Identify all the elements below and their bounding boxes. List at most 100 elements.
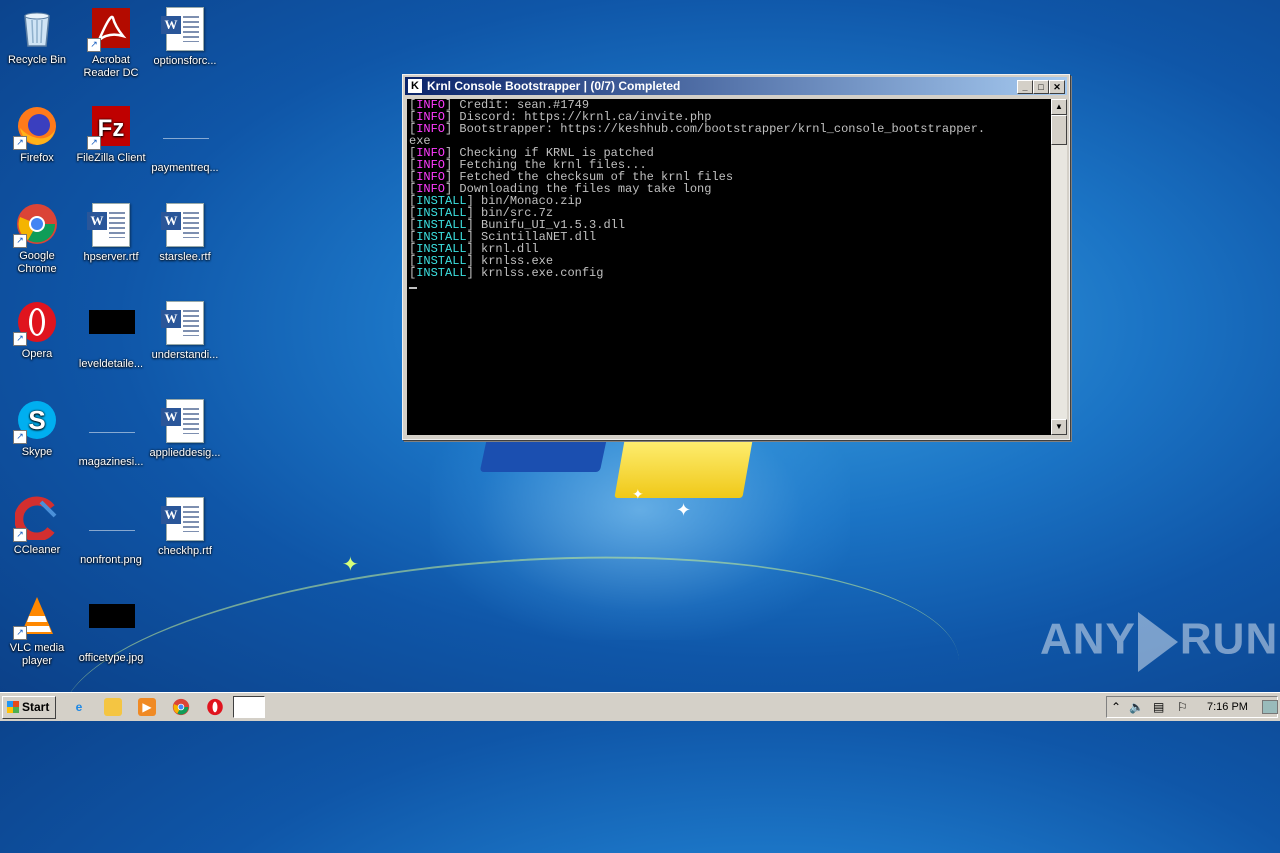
desktop-icon-paymentreq[interactable]: paymentreq... <box>148 104 222 175</box>
file-explorer-icon[interactable] <box>104 698 122 716</box>
internet-explorer-icon[interactable]: e <box>70 698 88 716</box>
desktop-icon-optionsforc[interactable]: W optionsforc... <box>148 6 222 68</box>
show-desktop-button[interactable] <box>1262 700 1278 714</box>
desktop-icon-leveldetaile[interactable]: leveldetaile... <box>74 300 148 371</box>
word-doc-icon: W <box>161 497 207 541</box>
word-doc-icon: W <box>161 203 207 247</box>
word-doc-icon: W <box>161 399 207 443</box>
close-button[interactable]: ✕ <box>1049 80 1065 94</box>
text-cursor <box>409 287 417 289</box>
desktop-icon-understandi[interactable]: W understandi... <box>148 300 222 362</box>
desktop-icon-label: leveldetaile... <box>78 358 144 370</box>
maximize-button[interactable]: □ <box>1033 80 1049 94</box>
black-image-icon <box>89 310 135 354</box>
watermark-right-text: RUN <box>1179 614 1279 664</box>
watermark-left-text: ANY <box>1040 614 1136 664</box>
chrome-icon: ↗ <box>13 202 59 248</box>
vlc-icon: ↗ <box>13 594 59 640</box>
desktop-icon-checkhp[interactable]: W checkhp.rtf <box>148 496 222 558</box>
opera-icon: ↗ <box>13 300 59 346</box>
desktop-icon-firefox[interactable]: ↗ Firefox <box>0 104 74 165</box>
shortcut-arrow-icon: ↗ <box>13 136 27 150</box>
desktop-icon-google-chrome[interactable]: ↗ Google Chrome <box>0 202 74 276</box>
desktop-icon-label: understandi... <box>151 349 219 361</box>
ccleaner-icon: ↗ <box>13 496 59 542</box>
window-title: Krnl Console Bootstrapper | (0/7) Comple… <box>427 79 681 93</box>
console-window[interactable]: K Krnl Console Bootstrapper | (0/7) Comp… <box>402 74 1070 440</box>
desktop-icon-magazinesi[interactable]: magazinesi... <box>74 398 148 469</box>
desktop-icon-skype[interactable]: S ↗ Skype <box>0 398 74 459</box>
windows-logo-icon <box>7 701 19 713</box>
opera-icon[interactable] <box>206 698 224 716</box>
desktop-icon-vlc[interactable]: ↗ VLC media player <box>0 594 74 668</box>
desktop-icon-label: hpserver.rtf <box>83 251 139 263</box>
show-hidden-icons-icon[interactable]: ⌃ <box>1111 699 1121 715</box>
start-button[interactable]: Start <box>2 696 56 719</box>
shortcut-arrow-icon: ↗ <box>13 626 27 640</box>
blank-file-icon <box>163 114 209 158</box>
action-center-flag-icon[interactable]: ⚐ <box>1177 699 1188 715</box>
desktop-icon-label: starslee.rtf <box>159 251 211 263</box>
desktop-icon-opera[interactable]: ↗ Opera <box>0 300 74 361</box>
svg-text:S: S <box>28 405 45 435</box>
window-titlebar[interactable]: K Krnl Console Bootstrapper | (0/7) Comp… <box>405 77 1067 95</box>
shortcut-arrow-icon: ↗ <box>13 528 27 542</box>
log-tag: INSTALL <box>416 266 467 280</box>
scroll-up-button[interactable]: ▲ <box>1051 99 1067 115</box>
network-icon[interactable]: ▤ <box>1153 699 1164 715</box>
desktop-icon-label: applieddesig... <box>149 447 221 459</box>
vertical-scrollbar[interactable]: ▲ ▼ <box>1051 99 1067 435</box>
desktop-icon-label: magazinesi... <box>78 456 144 468</box>
word-doc-icon: W <box>87 203 133 247</box>
desktop-icon-officetype[interactable]: officetype.jpg <box>74 594 148 665</box>
minimize-button[interactable]: _ <box>1017 80 1033 94</box>
desktop-icon-label: CCleaner <box>13 544 61 556</box>
word-doc-icon: W <box>161 7 207 51</box>
desktop-icon-recycle-bin[interactable]: Recycle Bin <box>0 6 74 67</box>
console-output[interactable]: [INFO] Credit: sean.#1749 [INFO] Discord:… <box>407 99 1051 435</box>
desktop-icon-starslee[interactable]: W starslee.rtf <box>148 202 222 264</box>
desktop-icon-applieddesig[interactable]: W applieddesig... <box>148 398 222 460</box>
system-tray: ⌃ 🔈 ▤ ⚐ 7:16 PM <box>1106 696 1278 718</box>
desktop-icon-acrobat[interactable]: ↗ Acrobat Reader DC <box>74 6 148 80</box>
shortcut-arrow-icon: ↗ <box>87 136 101 150</box>
desktop-icon-filezilla[interactable]: Fz ↗ FileZilla Client <box>74 104 148 165</box>
desktop-icon-hpserver[interactable]: W hpserver.rtf <box>74 202 148 264</box>
scroll-thumb[interactable] <box>1051 115 1067 145</box>
desktop-icon-label: Acrobat Reader DC <box>83 54 139 79</box>
filezilla-icon: Fz ↗ <box>87 104 133 150</box>
desktop-icon-label: Recycle Bin <box>7 54 67 66</box>
desktop-icon-label: Google Chrome <box>17 250 57 275</box>
desktop-icon-label: FileZilla Client <box>76 152 146 164</box>
wallpaper-arc <box>51 528 969 853</box>
start-label: Start <box>22 700 50 714</box>
volume-icon[interactable]: 🔈 <box>1129 699 1144 715</box>
shortcut-arrow-icon: ↗ <box>13 430 27 444</box>
desktop-icon-ccleaner[interactable]: ↗ CCleaner <box>0 496 74 557</box>
chrome-icon[interactable] <box>172 698 190 716</box>
desktop-icon-label: nonfront.png <box>80 554 142 566</box>
desktop-icon-label: Opera <box>21 348 53 360</box>
krnl-app-icon: K <box>408 79 422 93</box>
media-player-icon[interactable]: ▶ <box>138 698 156 716</box>
desktop-icon-label: checkhp.rtf <box>158 545 212 557</box>
desktop-icon-label: VLC media player <box>9 642 65 667</box>
shortcut-arrow-icon: ↗ <box>13 234 27 248</box>
clock[interactable]: 7:16 PM <box>1207 697 1248 717</box>
svg-text:Fz: Fz <box>98 115 125 142</box>
log-text: Bootstrapper: https://keshhub.com/bootst… <box>452 122 986 136</box>
console-line: [INFO] Bootstrapper: https://keshhub.com… <box>409 122 986 136</box>
desktop-icon-label: optionsforc... <box>153 55 217 67</box>
play-icon <box>1137 612 1178 672</box>
taskbar-window-button[interactable] <box>233 696 265 718</box>
anyrun-watermark: ANY RUN <box>1040 612 1278 672</box>
wallpaper-sparkle: ✦ <box>342 554 359 576</box>
wallpaper-sparkle: ✦ <box>632 486 644 502</box>
wallpaper-sparkle: ✦ <box>676 500 692 520</box>
scroll-down-button[interactable]: ▼ <box>1051 419 1067 435</box>
shortcut-arrow-icon: ↗ <box>13 332 27 346</box>
desktop-icon-nonfront[interactable]: nonfront.png <box>74 496 148 567</box>
desktop-icon-label: Skype <box>21 446 53 458</box>
blank-file-icon <box>89 408 135 452</box>
desktop-icon-label: paymentreq... <box>151 162 219 174</box>
